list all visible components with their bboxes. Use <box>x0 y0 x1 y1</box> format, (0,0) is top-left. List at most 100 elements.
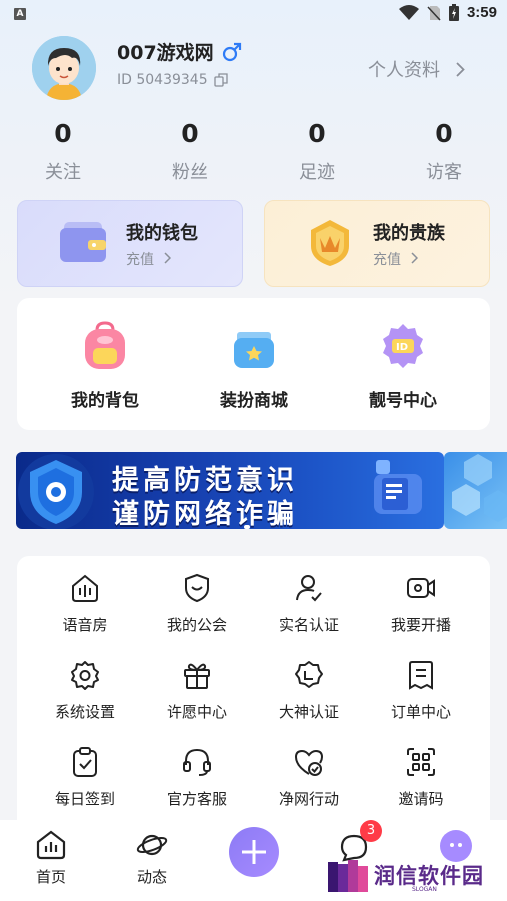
user-id[interactable]: ID 50439345 <box>117 72 228 88</box>
shortcut-panel: 我的背包 装扮商城 ID 靓号中心 <box>17 298 490 430</box>
stat-label: 访客 <box>426 162 462 183</box>
order-list-icon <box>409 661 433 690</box>
shopping-bag-icon <box>234 332 274 368</box>
avatar[interactable] <box>32 36 96 100</box>
nav-feed[interactable]: 动态 <box>117 830 187 887</box>
anti-fraud-banner[interactable]: 提高防范意识 谨防网络诈骗 <box>16 452 444 529</box>
hexagon-pattern-icon <box>452 454 507 522</box>
wallet-card[interactable]: 我的钱包 充值 <box>17 200 243 287</box>
vanity-id-entry[interactable]: ID 靓号中心 <box>343 320 463 411</box>
backpack-label: 我的背包 <box>71 391 139 411</box>
home-chart-icon <box>36 830 66 860</box>
next-banner-preview[interactable] <box>444 452 507 529</box>
tool-master-verify[interactable]: 大神认证 <box>253 659 365 722</box>
notification-icon: A <box>14 8 26 20</box>
stat-value: 0 <box>435 119 453 148</box>
tool-daily-checkin[interactable]: 每日签到 <box>29 746 141 809</box>
battery-icon <box>448 4 459 21</box>
stat-value: 0 <box>308 119 326 148</box>
backpack-icon <box>85 321 125 369</box>
wallet-title: 我的钱包 <box>126 223 198 244</box>
stat-label: 足迹 <box>299 162 335 183</box>
tool-label: 系统设置 <box>54 703 115 721</box>
dress-up-mall-label: 装扮商城 <box>220 391 288 411</box>
chevron-right-icon <box>411 252 418 264</box>
qr-code-icon <box>407 748 435 776</box>
tool-go-live[interactable]: 我要开播 <box>365 572 477 635</box>
user-verify-icon <box>296 575 322 602</box>
tool-label: 官方客服 <box>166 790 227 808</box>
stat-fans[interactable]: 0 粉丝 <box>140 118 240 184</box>
nav-feed-label: 动态 <box>136 868 167 886</box>
document-shield-icon <box>374 460 422 514</box>
create-button[interactable] <box>229 827 279 877</box>
stat-label: 粉丝 <box>172 162 208 183</box>
profile-link-label: 个人资料 <box>368 60 440 81</box>
shield-icon <box>18 454 94 529</box>
stats-row: 0 关注 0 粉丝 0 足迹 0 访客 <box>0 118 507 188</box>
no-sim-icon <box>427 5 441 21</box>
copy-icon[interactable] <box>213 73 228 87</box>
wallet-recharge[interactable]: 充值 <box>126 249 171 269</box>
nav-home-label: 首页 <box>35 868 66 886</box>
tool-label: 净网行动 <box>278 790 339 808</box>
stat-label: 关注 <box>45 162 81 183</box>
male-icon <box>222 42 241 61</box>
tool-customer-service[interactable]: 官方客服 <box>141 746 253 809</box>
vanity-id-label: 靓号中心 <box>369 391 437 411</box>
username: 007游戏网 <box>117 38 242 65</box>
tool-voice-room[interactable]: 语音房 <box>29 572 141 635</box>
tool-label: 每日签到 <box>54 790 115 808</box>
voice-room-icon <box>72 574 98 602</box>
planet-icon <box>136 834 168 856</box>
tool-my-guild[interactable]: 我的公会 <box>141 572 253 635</box>
nobility-title: 我的贵族 <box>373 223 445 244</box>
nobility-recharge[interactable]: 充值 <box>373 249 418 269</box>
tools-panel: 语音房 我的公会 实名认证 我要开播 系统设置 许愿中心 大神认证 订单中心 每… <box>17 556 490 856</box>
tool-order-center[interactable]: 订单中心 <box>365 659 477 722</box>
svg-text:ID: ID <box>396 342 408 353</box>
profile-link[interactable]: 个人资料 <box>368 56 465 82</box>
watermark: 润信软件园 SLOGAN <box>326 856 506 896</box>
tool-wish-center[interactable]: 许愿中心 <box>141 659 253 722</box>
stat-footprints[interactable]: 0 足迹 <box>267 118 367 184</box>
guild-shield-icon <box>185 573 209 603</box>
banner-title-line2: 谨防网络诈骗 <box>112 499 298 529</box>
tool-system-settings[interactable]: 系统设置 <box>29 659 141 722</box>
tool-invite-code[interactable]: 邀请码 <box>365 746 477 809</box>
clipboard-check-icon <box>73 747 97 777</box>
wifi-icon <box>398 4 419 20</box>
status-bar: A 3:59 <box>0 0 507 28</box>
tool-label: 语音房 <box>62 616 108 634</box>
dress-up-mall-entry[interactable]: 装扮商城 <box>194 320 314 411</box>
tool-real-name-verify[interactable]: 实名认证 <box>253 572 365 635</box>
gear-icon <box>71 661 99 690</box>
nobility-recharge-label: 充值 <box>373 252 401 268</box>
tool-label: 我的公会 <box>166 616 227 634</box>
message-badge: 3 <box>360 820 382 842</box>
chevron-right-icon <box>164 252 171 264</box>
stat-following[interactable]: 0 关注 <box>13 118 113 184</box>
tool-label: 实名认证 <box>278 616 339 634</box>
crown-shield-icon <box>311 220 349 266</box>
stat-value: 0 <box>181 119 199 148</box>
wallet-icon <box>60 222 106 262</box>
tool-label: 许愿中心 <box>166 703 227 721</box>
tool-label: 订单中心 <box>390 703 451 721</box>
stat-value: 0 <box>54 119 72 148</box>
gift-box-icon <box>184 663 210 689</box>
badge-check-icon <box>295 661 323 688</box>
tool-label: 邀请码 <box>398 790 444 808</box>
chevron-right-icon <box>456 61 465 77</box>
user-id-text: ID 50439345 <box>117 72 208 88</box>
id-badge-icon: ID <box>383 324 423 368</box>
nav-home[interactable]: 首页 <box>16 830 86 887</box>
banner-pagination-dot <box>244 525 250 529</box>
tool-clean-network[interactable]: 净网行动 <box>253 746 365 809</box>
nobility-card[interactable]: 我的贵族 充值 <box>264 200 490 287</box>
backpack-entry[interactable]: 我的背包 <box>45 320 165 411</box>
tool-label: 我要开播 <box>390 616 451 634</box>
stat-visitors[interactable]: 0 访客 <box>394 118 494 184</box>
heart-shield-icon <box>294 749 324 776</box>
wallet-recharge-label: 充值 <box>126 252 154 268</box>
